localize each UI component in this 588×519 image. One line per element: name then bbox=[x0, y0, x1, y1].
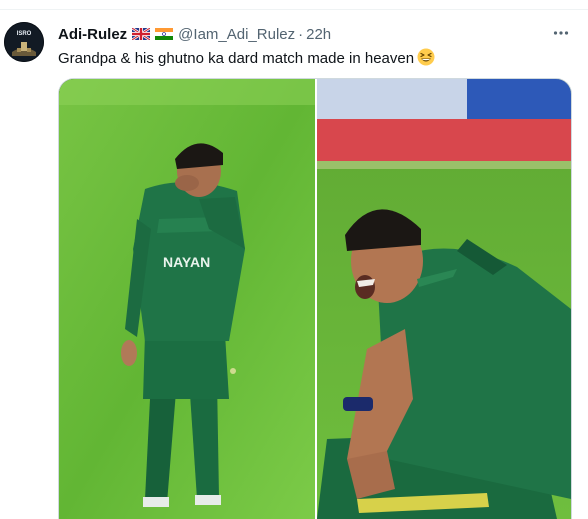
display-name[interactable]: Adi-Rulez bbox=[58, 26, 127, 43]
media-image-left[interactable]: NAYAN bbox=[59, 79, 315, 519]
separator-dot: · bbox=[298, 25, 304, 43]
tweet[interactable]: ISRO Adi-Rulez @Iam_Adi_Rulez · 22h Gran… bbox=[0, 10, 588, 519]
more-options-icon[interactable] bbox=[548, 20, 574, 46]
tweet-text-row: Grandpa & his ghutno ka dard match made … bbox=[58, 48, 435, 69]
user-handle[interactable]: @Iam_Adi_Rulez bbox=[178, 26, 295, 43]
tweet-header: Adi-Rulez @Iam_Adi_Rulez · 22h bbox=[58, 24, 331, 44]
india-flag-icon bbox=[155, 28, 174, 40]
media-image-right[interactable] bbox=[317, 79, 571, 519]
grinning-squinting-face-icon bbox=[417, 48, 435, 66]
uk-flag-icon bbox=[131, 26, 151, 42]
tweet-media[interactable]: NAYAN bbox=[58, 78, 572, 519]
avatar-badge-text: ISRO bbox=[17, 31, 32, 37]
timestamp[interactable]: 22h bbox=[306, 26, 331, 43]
avatar[interactable]: ISRO bbox=[4, 22, 44, 62]
jersey-text: NAYAN bbox=[163, 254, 210, 270]
tweet-text: Grandpa & his ghutno ka dard match made … bbox=[58, 50, 415, 67]
